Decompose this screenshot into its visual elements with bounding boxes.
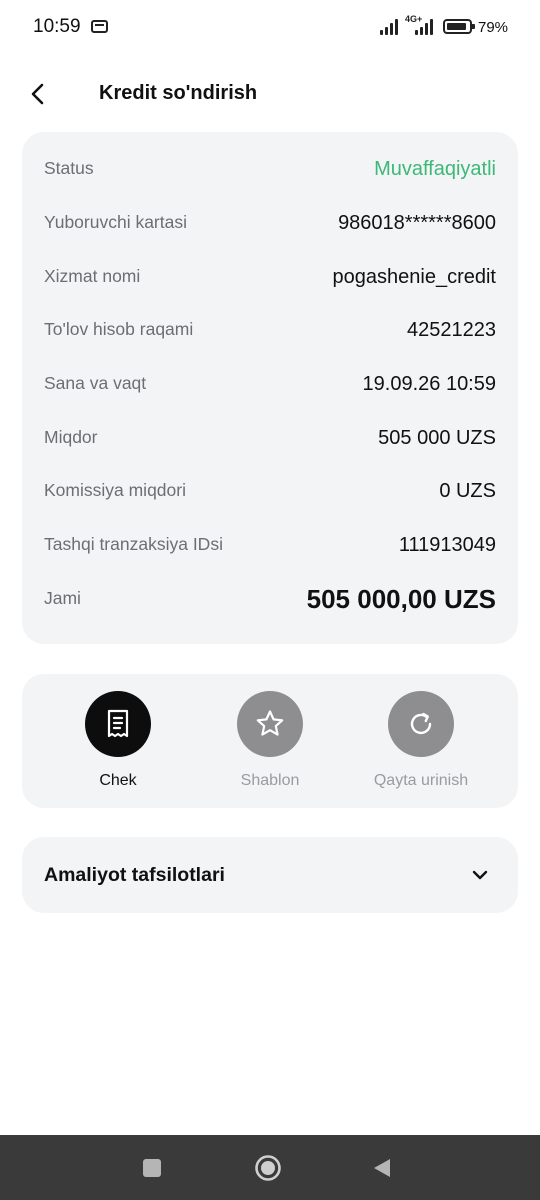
detail-row-status: Status Muvaffaqiyatli xyxy=(44,154,496,184)
detail-row-external-transaction-id: Tashqi tranzaksiya IDsi 111913049 xyxy=(44,530,496,560)
notification-icon xyxy=(91,20,108,33)
detail-row-commission: Komissiya miqdori 0 UZS xyxy=(44,476,496,506)
template-button[interactable]: Shablon xyxy=(205,691,335,790)
receipt-button-circle xyxy=(85,691,151,757)
detail-value: 0 UZS xyxy=(439,480,496,502)
retry-button[interactable]: Qayta urinish xyxy=(356,691,486,790)
detail-value: 986018******8600 xyxy=(338,212,496,234)
detail-label: Tashqi tranzaksiya IDsi xyxy=(44,534,223,554)
detail-row-total: Jami 505 000,00 UZS xyxy=(44,584,496,614)
signal-strength-icon xyxy=(380,18,398,35)
chevron-down-icon xyxy=(472,870,488,880)
actions-card: Chek Shablon Qayta urinish xyxy=(22,674,518,808)
detail-value: 505 000 UZS xyxy=(378,427,496,449)
back-arrow-icon xyxy=(31,83,44,105)
home-circle-icon xyxy=(255,1154,281,1181)
retry-button-label: Qayta urinish xyxy=(373,772,469,789)
detail-value: 19.09.26 10:59 xyxy=(362,373,496,395)
square-icon xyxy=(143,1158,161,1177)
detail-value: 111913049 xyxy=(398,534,496,556)
detail-label: Sana va vaqt xyxy=(44,373,147,393)
expander-title: Amaliyot tafsilotlari xyxy=(44,864,225,886)
receipt-button[interactable]: Chek xyxy=(53,691,183,790)
detail-label: Status xyxy=(44,158,94,178)
status-bar: 10:59 4G+ 79% xyxy=(0,0,540,56)
back-triangle-icon xyxy=(374,1158,390,1177)
detail-value: 42521223 xyxy=(407,319,496,341)
template-button-label: Shablon xyxy=(240,772,300,789)
detail-row-amount: Miqdor 505 000 UZS xyxy=(44,423,496,453)
page-title: Kredit so'ndirish xyxy=(99,82,258,104)
detail-row-service-name: Xizmat nomi pogashenie_credit xyxy=(44,262,496,292)
detail-label: Komissiya miqdori xyxy=(44,480,186,500)
battery-percent: 79% xyxy=(478,19,509,36)
total-value: 505 000,00 UZS xyxy=(306,584,496,614)
receipt-button-label: Chek xyxy=(99,772,137,789)
back-nav-button[interactable] xyxy=(352,1135,412,1200)
operation-details-expander[interactable]: Amaliyot tafsilotlari xyxy=(22,837,518,913)
retry-button-circle xyxy=(388,691,454,757)
transaction-details-card: Status Muvaffaqiyatli Yuboruvchi kartasi… xyxy=(22,132,518,644)
recents-button[interactable] xyxy=(122,1135,182,1200)
detail-label: To'lov hisob raqami xyxy=(44,319,194,339)
template-button-circle xyxy=(237,691,303,757)
back-button[interactable] xyxy=(20,76,56,112)
retry-icon xyxy=(410,712,432,735)
detail-value: pogashenie_credit xyxy=(332,266,496,288)
star-icon xyxy=(256,710,284,736)
detail-label: Jami xyxy=(44,588,81,608)
status-value: Muvaffaqiyatli xyxy=(374,158,496,180)
detail-row-date-time: Sana va vaqt 19.09.26 10:59 xyxy=(44,369,496,399)
status-time: 10:59 xyxy=(33,16,81,37)
receipt-icon xyxy=(107,709,129,738)
detail-row-sender-card: Yuboruvchi kartasi 986018******8600 xyxy=(44,208,496,238)
detail-label: Xizmat nomi xyxy=(44,266,141,286)
battery-icon xyxy=(443,19,475,34)
detail-label: Yuboruvchi kartasi xyxy=(44,212,187,232)
signal-strength-icon-2 xyxy=(415,18,433,35)
detail-label: Miqdor xyxy=(44,427,98,447)
detail-row-account-number: To'lov hisob raqami 42521223 xyxy=(44,315,496,345)
home-button[interactable] xyxy=(238,1135,298,1200)
system-navigation-bar xyxy=(0,1135,540,1200)
